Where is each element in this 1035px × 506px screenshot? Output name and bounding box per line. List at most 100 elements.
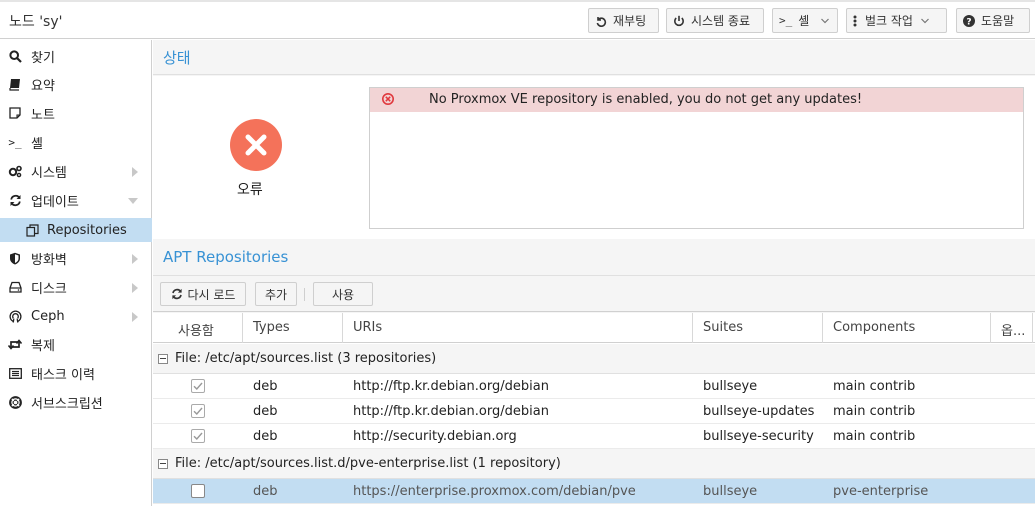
status-panel-title: 상태 bbox=[153, 40, 1035, 75]
expand-arrow-icon[interactable] bbox=[132, 167, 138, 177]
suite-cell: bullseye-security bbox=[703, 429, 814, 444]
sidebar-item-label: 시스템 bbox=[31, 165, 67, 181]
table-row[interactable]: deb http://ftp.kr.debian.org/debian bull… bbox=[153, 374, 1035, 399]
sidebar-item-label: 셸 bbox=[31, 136, 43, 152]
collapse-arrow-icon[interactable] bbox=[128, 198, 138, 204]
sidebar-item-summary[interactable]: 요약 bbox=[0, 72, 152, 96]
reload-label: 다시 로드 bbox=[187, 287, 236, 302]
sidebar-item-disks[interactable]: 디스크 bbox=[0, 275, 152, 299]
expand-arrow-icon[interactable] bbox=[132, 254, 138, 264]
sidebar-item-firewall[interactable]: 방화벽 bbox=[0, 246, 152, 270]
error-circle-icon bbox=[382, 93, 394, 109]
search-icon bbox=[8, 49, 22, 63]
support-icon bbox=[8, 395, 22, 409]
sidebar-item-label: 요약 bbox=[31, 78, 55, 94]
reload-button[interactable]: 다시 로드 bbox=[160, 282, 246, 306]
status-label: 오류 bbox=[237, 182, 263, 198]
table-row[interactable]: deb http://security.debian.org bullseye-… bbox=[153, 424, 1035, 449]
status-panel: 오류 No Proxmox VE repository is enabled, … bbox=[153, 76, 1035, 239]
grid-header: 사용함 Types URIs Suites Components 옵... bbox=[153, 313, 1035, 343]
shutdown-button[interactable]: 시스템 종료 bbox=[666, 8, 764, 33]
sidebar-item-label: 업데이트 bbox=[31, 194, 79, 210]
chevron-down-icon[interactable] bbox=[821, 18, 830, 24]
column-types[interactable]: Types bbox=[243, 313, 343, 343]
add-repository-button[interactable]: 추가 bbox=[255, 282, 297, 306]
power-icon bbox=[674, 15, 684, 26]
uri-cell: http://security.debian.org bbox=[353, 429, 517, 444]
ellipsis-vertical-icon bbox=[853, 15, 857, 26]
column-components[interactable]: Components bbox=[823, 313, 991, 343]
sidebar-item-subscription[interactable]: 서브스크립션 bbox=[0, 390, 152, 414]
column-enabled[interactable]: 사용함 bbox=[153, 313, 243, 343]
sidebar-item-shell[interactable]: >_ 셸 bbox=[0, 130, 152, 154]
group-sources-list[interactable]: File: /etc/apt/sources.list (3 repositor… bbox=[153, 344, 1035, 374]
toolbar-separator bbox=[304, 288, 305, 301]
terminal-icon: >_ bbox=[779, 14, 793, 27]
note-icon bbox=[8, 106, 22, 120]
bulk-actions-button[interactable]: 벌크 작업 bbox=[846, 8, 947, 33]
enable-repository-button[interactable]: 사용 bbox=[313, 282, 373, 306]
collapse-icon[interactable] bbox=[158, 353, 168, 364]
group-label: File: /etc/apt/sources.list.d/pve-enterp… bbox=[175, 456, 561, 471]
apt-toolbar: 다시 로드 추가 사용 bbox=[153, 277, 1035, 312]
sidebar-item-updates[interactable]: 업데이트 bbox=[0, 188, 152, 212]
table-row[interactable]: deb https://enterprise.proxmox.com/debia… bbox=[153, 479, 1035, 504]
reboot-label: 재부팅 bbox=[613, 14, 647, 28]
terminal-icon: >_ bbox=[8, 135, 22, 149]
shell-button[interactable]: >_ 셸 bbox=[772, 8, 838, 33]
error-message-row: No Proxmox VE repository is enabled, you… bbox=[370, 88, 1023, 112]
enabled-checkbox[interactable] bbox=[191, 484, 205, 498]
help-button[interactable]: ? 도움말 bbox=[956, 8, 1030, 33]
enabled-checkbox[interactable] bbox=[191, 404, 205, 418]
error-message-text: No Proxmox VE repository is enabled, you… bbox=[429, 92, 863, 107]
column-options[interactable]: 옵... bbox=[991, 313, 1033, 343]
sidebar-item-repositories[interactable]: Repositories bbox=[0, 218, 152, 242]
sidebar-item-label: 방화벽 bbox=[31, 252, 67, 268]
type-cell: deb bbox=[253, 404, 278, 419]
suite-cell: bullseye-updates bbox=[703, 404, 815, 419]
group-pve-enterprise-list[interactable]: File: /etc/apt/sources.list.d/pve-enterp… bbox=[153, 449, 1035, 479]
sidebar-item-ceph[interactable]: Ceph bbox=[0, 304, 152, 328]
enabled-checkbox[interactable] bbox=[191, 429, 205, 443]
sidebar-item-task-history[interactable]: 태스크 이력 bbox=[0, 361, 152, 385]
shell-label: 셸 bbox=[798, 14, 810, 28]
gears-icon bbox=[8, 164, 22, 178]
refresh-icon bbox=[8, 193, 22, 207]
sidebar-item-label: 찾기 bbox=[31, 50, 55, 66]
expand-arrow-icon[interactable] bbox=[132, 312, 138, 322]
add-label: 추가 bbox=[264, 287, 288, 302]
book-icon bbox=[8, 77, 22, 91]
uri-cell: http://ftp.kr.debian.org/debian bbox=[353, 404, 549, 419]
enabled-checkbox[interactable] bbox=[191, 379, 205, 393]
column-uris[interactable]: URIs bbox=[343, 313, 693, 343]
undo-icon bbox=[596, 16, 607, 27]
components-cell: main contrib bbox=[833, 379, 916, 394]
hdd-icon bbox=[8, 280, 22, 294]
question-circle-icon: ? bbox=[963, 14, 975, 27]
uri-cell: https://enterprise.proxmox.com/debian/pv… bbox=[353, 484, 636, 499]
components-cell: main contrib bbox=[833, 404, 916, 419]
collapse-icon[interactable] bbox=[158, 458, 168, 469]
sidebar-item-label: 서브스크립션 bbox=[31, 396, 103, 412]
ceph-icon bbox=[8, 309, 22, 323]
expand-arrow-icon[interactable] bbox=[132, 283, 138, 293]
shutdown-label: 시스템 종료 bbox=[691, 14, 751, 28]
uri-cell: http://ftp.kr.debian.org/debian bbox=[353, 379, 549, 394]
svg-text:?: ? bbox=[966, 17, 971, 27]
sidebar-item-notes[interactable]: 노트 bbox=[0, 101, 152, 125]
suite-cell: bullseye bbox=[703, 379, 758, 394]
apt-panel-title: APT Repositories bbox=[153, 241, 1035, 276]
sidebar-item-search[interactable]: 찾기 bbox=[0, 44, 152, 68]
chevron-down-icon bbox=[921, 18, 929, 23]
column-suites[interactable]: Suites bbox=[693, 313, 823, 343]
sidebar-item-label: Ceph bbox=[31, 308, 65, 324]
sidebar-item-label: 노트 bbox=[31, 107, 55, 123]
sidebar-item-replication[interactable]: 복제 bbox=[0, 332, 152, 356]
suite-cell: bullseye bbox=[703, 484, 758, 499]
repositories-grid: 사용함 Types URIs Suites Components 옵... Fi… bbox=[153, 313, 1035, 506]
group-label: File: /etc/apt/sources.list (3 repositor… bbox=[175, 351, 437, 366]
sidebar-item-system[interactable]: 시스템 bbox=[0, 159, 152, 183]
shield-icon bbox=[8, 251, 22, 265]
table-row[interactable]: deb http://ftp.kr.debian.org/debian bull… bbox=[153, 399, 1035, 424]
reboot-button[interactable]: 재부팅 bbox=[588, 8, 659, 33]
